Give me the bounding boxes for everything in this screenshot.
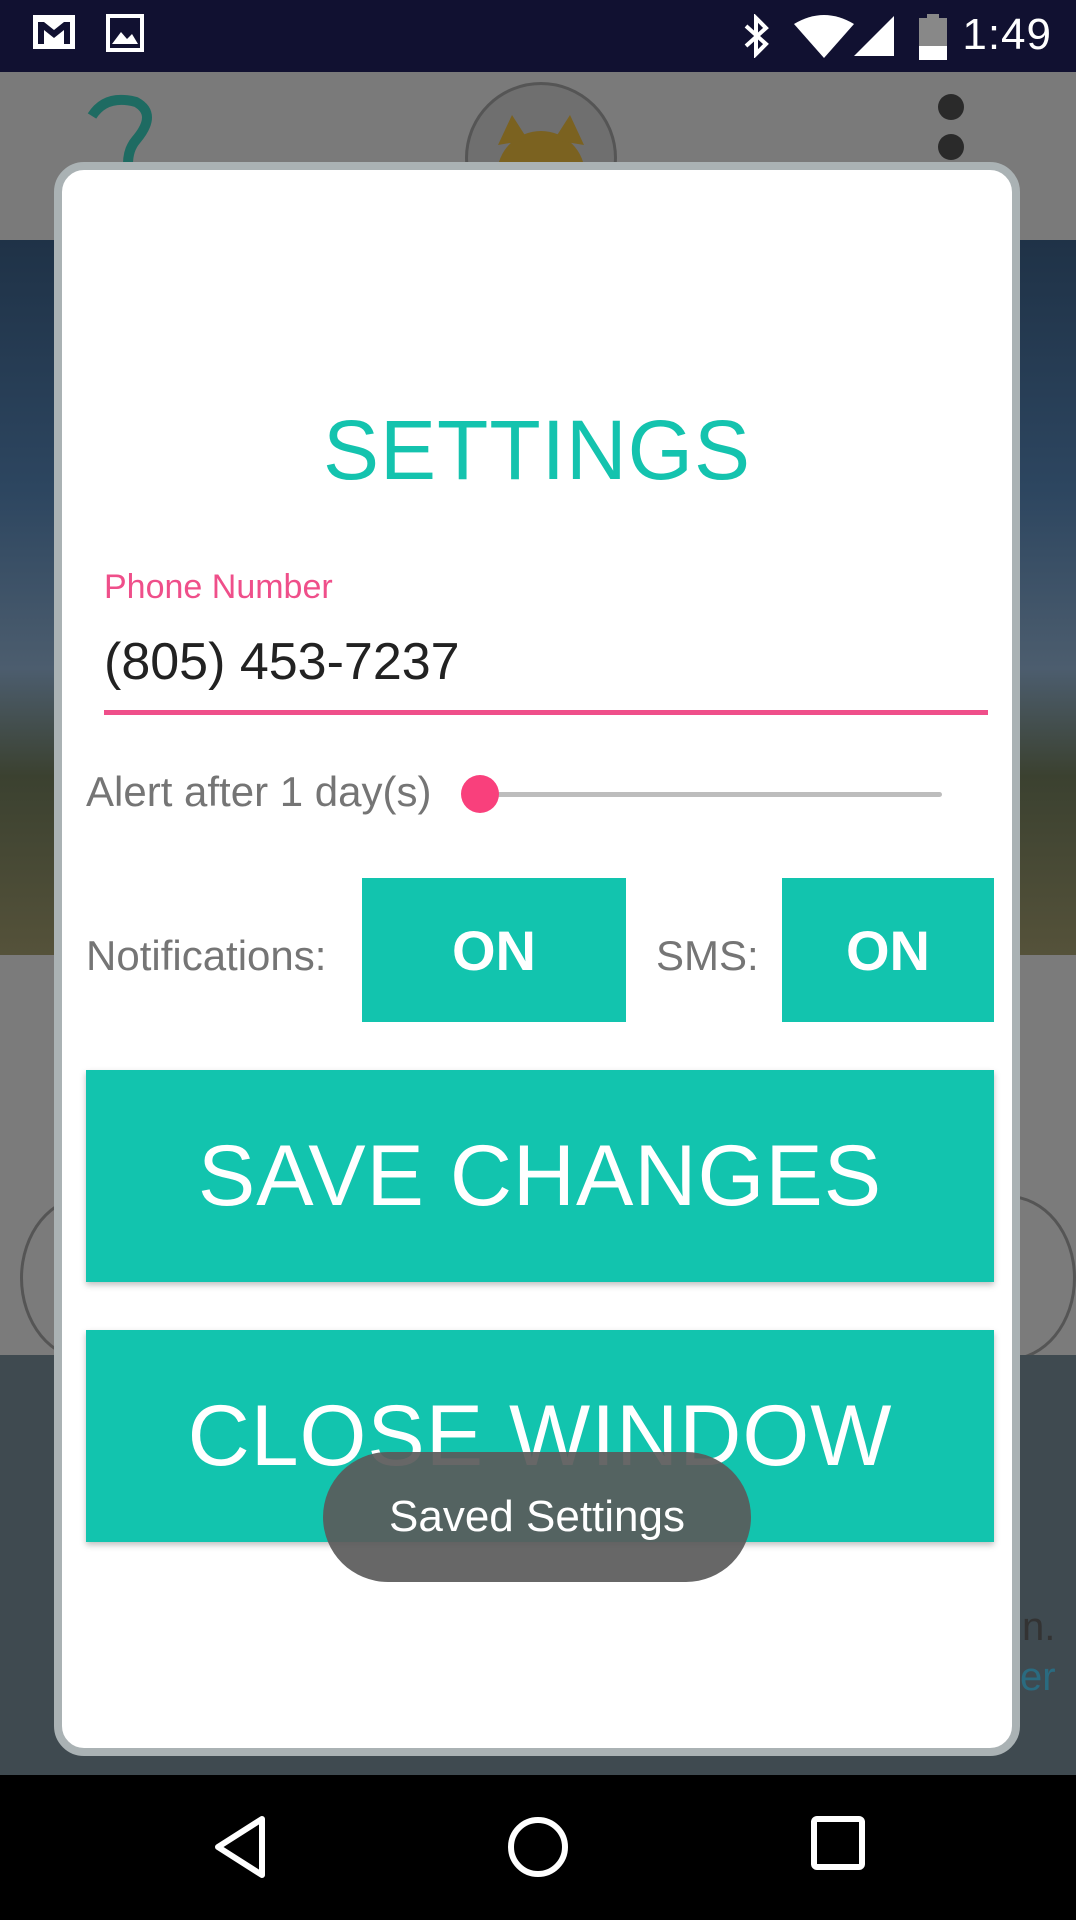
status-time: 1:49	[962, 10, 1052, 59]
toast-message: Saved Settings	[323, 1452, 751, 1582]
alert-label: Alert after 1 day(s)	[86, 768, 432, 815]
phone-number-label: Phone Number	[104, 568, 333, 606]
home-icon[interactable]	[506, 1815, 570, 1884]
signal-icon	[852, 14, 896, 63]
phone-number-input[interactable]: (805) 453-7237	[104, 632, 460, 692]
notifications-label: Notifications:	[86, 932, 327, 979]
phone-number-underline	[104, 710, 988, 715]
back-icon[interactable]	[212, 1815, 268, 1884]
recents-icon[interactable]	[810, 1815, 866, 1876]
image-icon	[106, 14, 144, 57]
wifi-icon	[792, 14, 856, 63]
gmail-icon	[32, 14, 76, 55]
background-link-text: er	[1020, 1655, 1056, 1699]
sms-toggle-button[interactable]: ON	[782, 878, 994, 1022]
notifications-toggle-button[interactable]: ON	[362, 878, 626, 1022]
background-text: n.	[1022, 1605, 1056, 1649]
battery-icon	[918, 14, 948, 65]
alert-slider[interactable]	[478, 792, 942, 797]
navigation-bar	[0, 1775, 1076, 1920]
bluetooth-icon	[742, 13, 772, 63]
status-bar: 1:49	[0, 0, 1076, 72]
dialog-title: SETTINGS	[322, 403, 752, 497]
alert-slider-thumb[interactable]	[461, 775, 499, 813]
save-changes-button[interactable]: SAVE CHANGES	[86, 1070, 994, 1282]
sms-label: SMS:	[656, 932, 759, 979]
